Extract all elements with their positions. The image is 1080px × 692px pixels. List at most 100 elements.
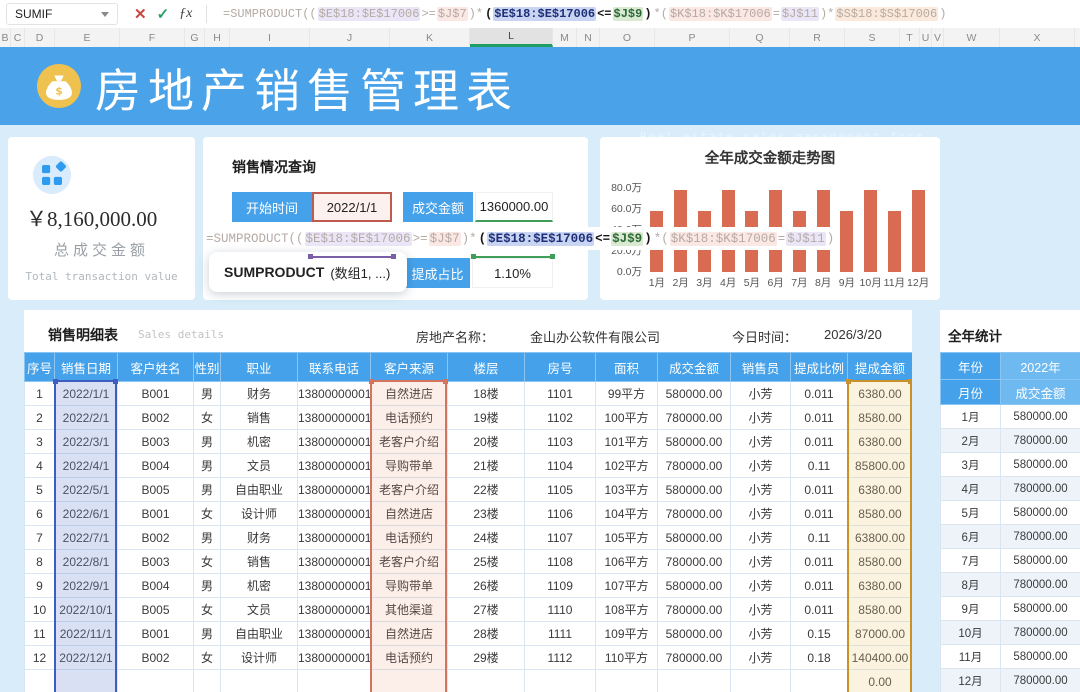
table-cell[interactable]: 2022/2/1 <box>54 405 118 430</box>
table-cell[interactable]: 7 <box>24 525 55 550</box>
table-cell[interactable]: 109平方 <box>595 621 658 646</box>
table-cell[interactable]: 电话预约 <box>370 405 448 430</box>
table-cell[interactable]: B003 <box>117 549 194 574</box>
table-cell[interactable]: 20楼 <box>447 429 525 454</box>
table-cell[interactable]: 导购带单 <box>370 453 448 478</box>
column-header-F[interactable]: F <box>120 28 185 47</box>
table-cell[interactable]: 0.18 <box>790 645 848 670</box>
annual-cell[interactable]: 580000.00 <box>1000 644 1080 669</box>
table-cell[interactable]: 0.00 <box>847 669 912 692</box>
table-cell[interactable]: 19楼 <box>447 405 525 430</box>
in-cell-formula-edit[interactable]: =SUMPRODUCT(($E$18:$E$17006 >= $J$7)*($E$1… <box>205 227 833 250</box>
table-cell[interactable]: 2022/11/1 <box>54 621 118 646</box>
details-column-header[interactable]: 销售日期 <box>54 352 118 382</box>
column-header-K[interactable]: K <box>390 28 470 47</box>
table-cell[interactable]: 小芳 <box>730 477 791 502</box>
details-column-header[interactable]: 面积 <box>595 352 658 382</box>
table-cell[interactable]: 1111 <box>524 621 596 646</box>
table-cell[interactable]: 21楼 <box>447 453 525 478</box>
deal-amount-cell[interactable]: 1360000.00 <box>475 192 553 222</box>
column-header-C[interactable]: C <box>11 28 25 47</box>
table-cell[interactable]: 0.011 <box>790 597 848 622</box>
table-cell[interactable]: 13800000001 <box>297 645 371 670</box>
annual-cell[interactable]: 2月 <box>940 428 1001 453</box>
table-cell[interactable]: 580000.00 <box>657 525 731 550</box>
table-cell[interactable]: B002 <box>117 645 194 670</box>
table-cell[interactable] <box>657 669 731 692</box>
start-date-cell[interactable]: 2022/1/1 <box>312 192 392 222</box>
table-cell[interactable]: 103平方 <box>595 477 658 502</box>
table-cell[interactable]: 2022/4/1 <box>54 453 118 478</box>
table-cell[interactable]: 自然进店 <box>370 381 448 406</box>
table-cell[interactable]: 13800000001 <box>297 549 371 574</box>
table-cell[interactable]: 13800000001 <box>297 525 371 550</box>
column-header-S[interactable]: S <box>845 28 900 47</box>
table-cell[interactable]: 27楼 <box>447 597 525 622</box>
annual-header-cell[interactable]: 成交金额 <box>1000 379 1080 405</box>
table-cell[interactable]: B002 <box>117 405 194 430</box>
table-cell[interactable]: 580000.00 <box>657 477 731 502</box>
table-cell[interactable]: 文员 <box>220 597 298 622</box>
annual-header-cell[interactable]: 年份 <box>940 352 1001 380</box>
table-cell[interactable]: 2022/5/1 <box>54 477 118 502</box>
annual-cell[interactable]: 780000.00 <box>1000 572 1080 597</box>
table-cell[interactable]: B004 <box>117 453 194 478</box>
table-cell[interactable] <box>790 669 848 692</box>
table-cell[interactable]: 0.011 <box>790 381 848 406</box>
table-cell[interactable]: 男 <box>193 477 221 502</box>
table-cell[interactable]: 18楼 <box>447 381 525 406</box>
table-cell[interactable]: 101平方 <box>595 429 658 454</box>
details-column-header[interactable]: 序号 <box>24 352 55 382</box>
table-cell[interactable]: 6380.00 <box>847 573 912 598</box>
annual-cell[interactable]: 12月 <box>940 668 1001 692</box>
table-cell[interactable]: 其他渠道 <box>370 597 448 622</box>
table-cell[interactable]: 小芳 <box>730 573 791 598</box>
table-cell[interactable]: 6 <box>24 501 55 526</box>
table-cell[interactable]: 1106 <box>524 501 596 526</box>
table-cell[interactable]: 9 <box>24 573 55 598</box>
start-time-label[interactable]: 开始时间 <box>232 192 312 222</box>
annual-cell[interactable]: 780000.00 <box>1000 524 1080 549</box>
column-header-Q[interactable]: Q <box>730 28 790 47</box>
table-cell[interactable]: 小芳 <box>730 525 791 550</box>
table-cell[interactable] <box>447 669 525 692</box>
column-header-E[interactable]: E <box>55 28 120 47</box>
column-header-J[interactable]: J <box>310 28 390 47</box>
details-column-header[interactable]: 楼层 <box>447 352 525 382</box>
annual-cell[interactable]: 780000.00 <box>1000 428 1080 453</box>
name-box[interactable]: SUMIF <box>6 3 118 25</box>
table-cell[interactable]: B001 <box>117 501 194 526</box>
annual-cell[interactable]: 11月 <box>940 644 1001 669</box>
table-cell[interactable] <box>220 669 298 692</box>
table-cell[interactable]: 男 <box>193 621 221 646</box>
table-cell[interactable]: 财务 <box>220 525 298 550</box>
table-cell[interactable]: 1109 <box>524 573 596 598</box>
table-cell[interactable]: 13800000001 <box>297 381 371 406</box>
annual-cell[interactable]: 7月 <box>940 548 1001 573</box>
column-header-W[interactable]: W <box>944 28 1000 47</box>
table-cell[interactable]: 6380.00 <box>847 381 912 406</box>
column-header-L[interactable]: L <box>470 28 553 47</box>
table-cell[interactable]: 102平方 <box>595 453 658 478</box>
table-cell[interactable]: 机密 <box>220 573 298 598</box>
table-cell[interactable]: 小芳 <box>730 597 791 622</box>
table-cell[interactable]: 25楼 <box>447 549 525 574</box>
table-cell[interactable]: B003 <box>117 429 194 454</box>
table-cell[interactable]: 108平方 <box>595 597 658 622</box>
annual-cell[interactable]: 1月 <box>940 404 1001 429</box>
table-cell[interactable]: 设计师 <box>220 645 298 670</box>
table-cell[interactable]: 财务 <box>220 381 298 406</box>
annual-cell[interactable]: 780000.00 <box>1000 620 1080 645</box>
table-cell[interactable]: 8580.00 <box>847 501 912 526</box>
chevron-down-icon[interactable] <box>101 11 109 17</box>
column-header-N[interactable]: N <box>577 28 600 47</box>
annual-cell[interactable]: 5月 <box>940 500 1001 525</box>
table-cell[interactable]: 自然进店 <box>370 621 448 646</box>
table-cell[interactable]: 580000.00 <box>657 429 731 454</box>
table-cell[interactable]: 自由职业 <box>220 621 298 646</box>
table-cell[interactable]: 104平方 <box>595 501 658 526</box>
table-cell[interactable]: 8580.00 <box>847 549 912 574</box>
table-cell[interactable] <box>524 669 596 692</box>
table-cell[interactable]: 自由职业 <box>220 477 298 502</box>
column-header-V[interactable]: V <box>932 28 944 47</box>
